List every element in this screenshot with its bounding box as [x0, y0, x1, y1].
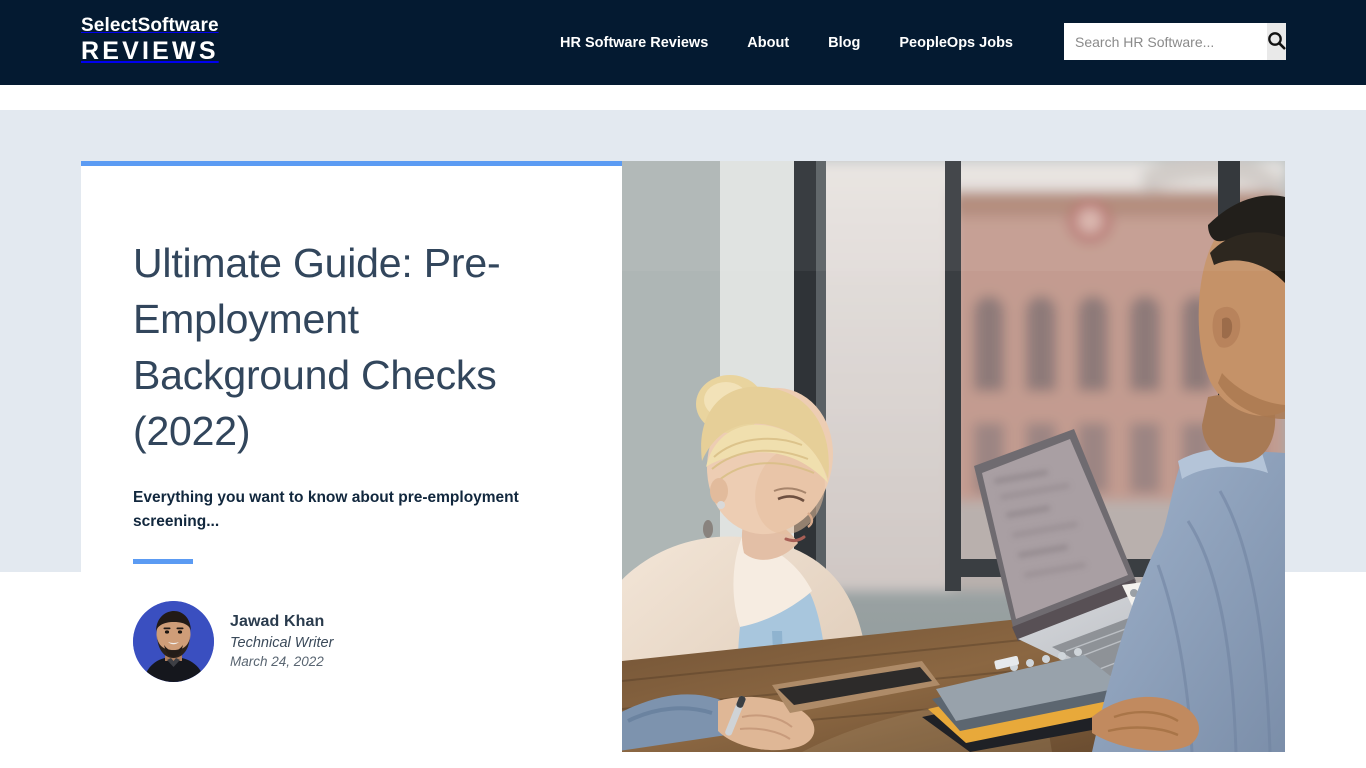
avatar — [133, 601, 214, 682]
publish-date: March 24, 2022 — [230, 654, 324, 670]
hero-image — [622, 161, 1285, 752]
search-bar — [1064, 23, 1286, 60]
hero-text-column: Ultimate Guide: Pre-Employment Backgroun… — [81, 161, 622, 752]
main-navigation: HR Software Reviews About Blog PeopleOps… — [560, 0, 1013, 85]
search-button[interactable] — [1267, 23, 1286, 60]
search-input[interactable] — [1064, 23, 1267, 60]
logo-line-primary: SelectSoftware — [81, 15, 219, 36]
search-icon — [1267, 31, 1286, 53]
author-role: Technical Writer — [230, 635, 334, 651]
nav-item-about[interactable]: About — [747, 25, 789, 61]
author-meta: Jawad Khan Technical Writer March 24, 20… — [230, 612, 333, 671]
logo-line-secondary: REVIEWS — [81, 37, 219, 65]
hero-article-card: Ultimate Guide: Pre-Employment Backgroun… — [81, 161, 1285, 752]
author-name: Jawad Khan — [230, 613, 325, 630]
page-title: Ultimate Guide: Pre-Employment Backgroun… — [133, 240, 501, 454]
author-block: Jawad Khan Technical Writer March 24, 20… — [133, 601, 562, 682]
site-logo[interactable]: SelectSoftware REVIEWS — [81, 16, 219, 64]
nav-item-peopleops-jobs[interactable]: PeopleOps Jobs — [899, 25, 1013, 61]
nav-item-blog[interactable]: Blog — [828, 25, 860, 61]
accent-divider — [133, 559, 193, 564]
site-header: SelectSoftware REVIEWS HR Software Revie… — [0, 0, 1366, 85]
nav-item-hr-software-reviews[interactable]: HR Software Reviews — [560, 25, 708, 61]
page-subtitle: Everything you want to know about pre-em… — [133, 489, 519, 530]
